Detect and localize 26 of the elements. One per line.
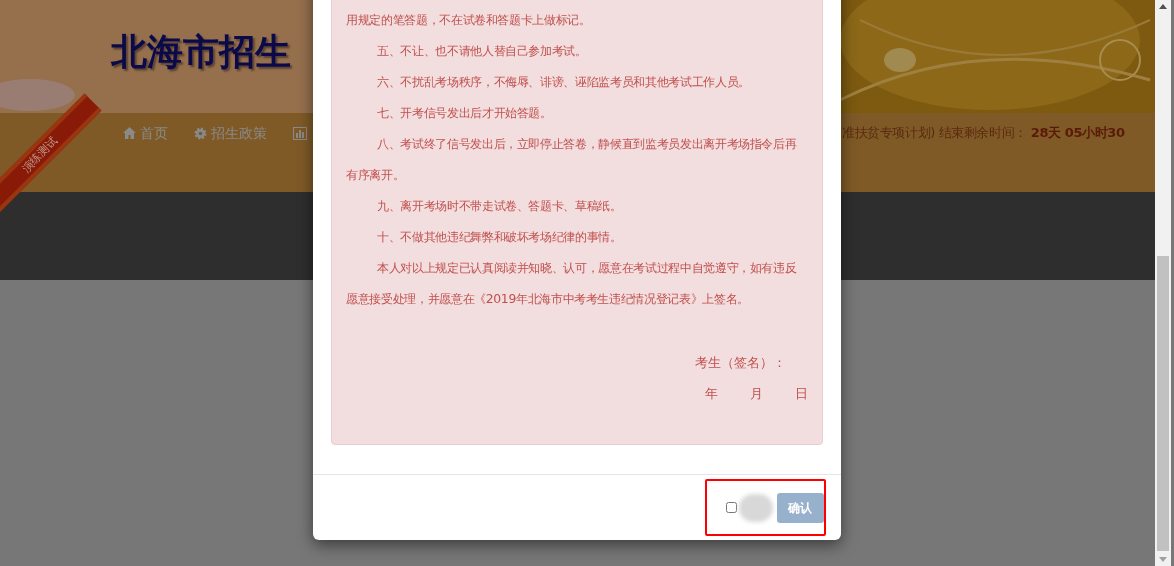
rule-paragraph: 本人对以上规定已认真阅读并知晓、认可，愿意在考试过程中自觉遵守，如有违反愿意接受处理，并愿意在《2019年北海市中考考生违纪情况登记表》上签名。 (346, 259, 798, 308)
rule-paragraph: 七、开考信号发出后才开始答题。 (376, 104, 553, 122)
blurred-label (739, 493, 773, 522)
countdown-value: 28天 05小时30 (1030, 124, 1125, 143)
date-label: 年 (705, 385, 718, 404)
ribbon-text: 演练测试 (18, 133, 61, 177)
date-label: 月 (750, 385, 763, 404)
rule-paragraph: 六、不扰乱考场秩序，不侮辱、诽谤、诬陷监考员和其他考试工作人员。 (376, 73, 751, 91)
scrollbar-thumb[interactable] (1157, 256, 1169, 551)
scroll-up-icon[interactable] (1159, 4, 1167, 9)
scroll-down-icon[interactable] (1159, 557, 1167, 562)
rule-paragraph: 十、不做其他违纪舞弊和破坏考场纪律的事情。 (376, 228, 623, 246)
date-label: 日 (795, 385, 808, 404)
agree-checkbox[interactable] (726, 502, 737, 513)
scrollbar[interactable] (1155, 0, 1171, 566)
home-icon (123, 127, 136, 139)
site-title: 北海市招生 (111, 31, 291, 72)
rule-paragraph: 九、离开考场时不带走试卷、答题卡、草稿纸。 (376, 197, 623, 215)
settings-icon (194, 126, 207, 140)
signature-label: 考生（签名）： (695, 354, 786, 373)
rule-paragraph: 五、不让、也不请他人替自己参加考试。 (376, 42, 588, 60)
rule-paragraph: 八、考试终了信号发出后，立即停止答卷，静候直到监考员发出离开考场指令后再有序离开。 (346, 135, 798, 184)
nav-link[interactable]: 招生政策 (194, 122, 267, 144)
nav-link[interactable]: 首页 (123, 122, 168, 144)
chart-icon (293, 126, 307, 140)
rule-paragraph: 用规定的笔答题，不在试卷和答题卡上做标记。 (346, 11, 592, 29)
